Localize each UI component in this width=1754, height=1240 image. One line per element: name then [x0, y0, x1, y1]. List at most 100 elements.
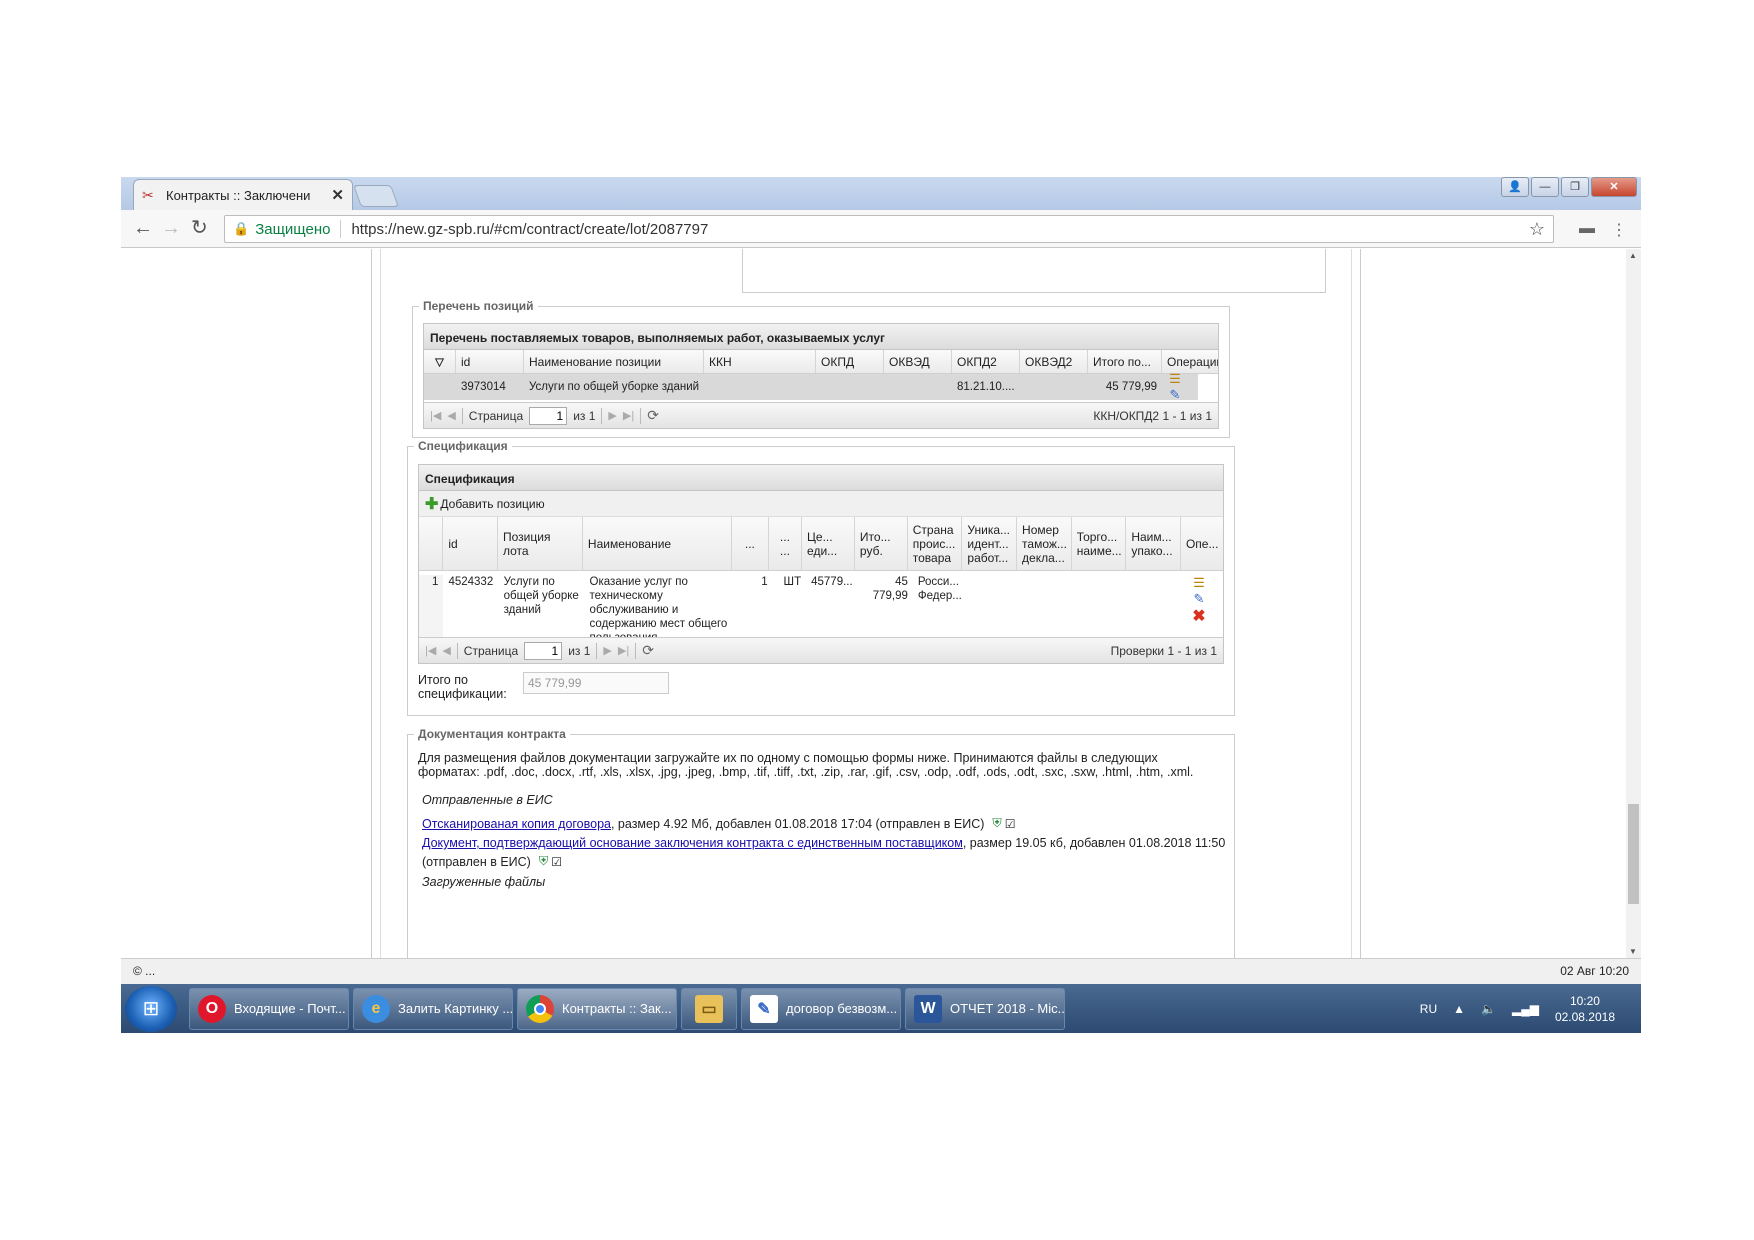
cell-operations: ☰✎ ✖ [1186, 575, 1223, 639]
col-lot[interactable]: Позиция лота [498, 517, 583, 570]
clock[interactable]: 10:20 02.08.2018 [1555, 993, 1615, 1025]
browser-tab-bar: ✂ Контракты :: Заключени ✕ 👤 — ❐ ✕ [121, 177, 1641, 210]
col-unit[interactable]: ... ... [769, 517, 803, 570]
spec-legend: Спецификация [414, 439, 512, 453]
col-kkn[interactable]: ККН [704, 350, 816, 373]
taskbar-item-word[interactable]: W ОТЧЕТ 2018 - Mic... [905, 987, 1065, 1030]
positions-fieldset: Перечень позиций Перечень поставляемых т… [412, 299, 1230, 438]
page-content: Перечень позиций Перечень поставляемых т… [371, 249, 1361, 958]
volume-icon[interactable]: 🔈 [1481, 1002, 1496, 1016]
col-price[interactable]: Це... еди... [802, 517, 855, 570]
add-position-button[interactable]: ✚ Добавить позицию [419, 491, 1223, 517]
cell-country: Росси... Федер... [917, 576, 962, 602]
user-icon[interactable]: 👤 [1501, 177, 1529, 197]
col-country[interactable]: Страна проис... товара [908, 517, 963, 570]
taskbar-item-label: Залить Картинку ... [398, 1001, 513, 1016]
first-page-icon[interactable]: |◀ [430, 409, 441, 422]
tab-title: Контракты :: Заключени [166, 187, 311, 203]
docs-intro: Для размещения файлов документации загру… [418, 751, 1194, 779]
next-page-icon[interactable]: ▶ [608, 409, 616, 422]
taskbar: ⊞ O Входящие - Почт... e Залить Картинку… [121, 984, 1641, 1033]
menu-icon[interactable]: ⋮ [1611, 220, 1627, 240]
taskbar-item-ie[interactable]: e Залить Картинку ... [353, 987, 513, 1030]
language-indicator[interactable]: RU [1420, 1002, 1437, 1016]
cell-id: 4524332 [448, 576, 494, 588]
col-name[interactable]: Наименование [583, 517, 732, 570]
forward-icon[interactable]: → [161, 218, 181, 238]
page-number-input[interactable] [529, 406, 568, 425]
doc-file-2-link[interactable]: Документ, подтверждающий основание заклю… [422, 836, 963, 850]
taskbar-item-chrome[interactable]: Контракты :: Зак... [517, 987, 677, 1030]
prev-page-icon[interactable]: ◀ [442, 644, 450, 657]
opera-icon: O [198, 994, 226, 1023]
taskbar-item-editor[interactable]: ✎ договор безвозм... [741, 987, 901, 1030]
scroll-down-icon[interactable]: ▼ [1629, 947, 1637, 956]
last-page-icon[interactable]: ▶| [623, 409, 634, 422]
start-button[interactable]: ⊞ [125, 985, 177, 1032]
scrollbar-thumb[interactable] [1628, 804, 1639, 904]
cell-sum: 45 779,99 [872, 576, 908, 602]
col-total[interactable]: Итого по... [1088, 350, 1162, 373]
cell-lot: Услуги по общей уборке зданий [503, 576, 579, 616]
list-icon[interactable]: ☰ [1191, 575, 1207, 591]
maximize-button[interactable]: ❐ [1561, 177, 1589, 197]
col-operations[interactable]: Опе... [1181, 517, 1223, 570]
clock-date: 02.08.2018 [1554, 1009, 1615, 1024]
new-tab-button[interactable] [352, 185, 400, 207]
scroll-up-icon[interactable]: ▲ [1629, 251, 1637, 260]
list-icon[interactable]: ☰ [1167, 371, 1183, 387]
close-tab-icon[interactable]: ✕ [331, 186, 344, 204]
page-number-input[interactable] [524, 641, 563, 660]
taskbar-item-explorer[interactable]: ▭ [681, 987, 737, 1030]
col-id[interactable]: id [456, 350, 524, 373]
col-unique-id[interactable]: Уника... идент... работ... [962, 517, 1018, 570]
refresh-icon[interactable]: ⟳ [642, 642, 654, 659]
taskbar-item-opera[interactable]: O Входящие - Почт... [189, 987, 349, 1030]
doc-file-2-meta: , размер 19.05 кб, добавлен 01.08.2018 1… [962, 836, 1226, 850]
edit-pencil-icon[interactable]: ✎ [1167, 387, 1183, 403]
col-customs-number[interactable]: Номер тамож... декла... [1017, 517, 1072, 570]
edit-pencil-icon[interactable]: ✎ [1191, 591, 1207, 607]
divider [456, 642, 458, 659]
text-area-fragment[interactable] [742, 249, 1326, 293]
bookmark-star-icon[interactable]: ☆ [1529, 219, 1545, 240]
url-text[interactable]: https://new.gz-spb.ru/#cm/contract/creat… [351, 221, 1528, 238]
col-okpd[interactable]: ОКПД [816, 350, 884, 373]
col-okved2[interactable]: ОКВЭД2 [1020, 350, 1088, 373]
positions-legend: Перечень позиций [419, 299, 538, 313]
col-okved[interactable]: ОКВЭД [884, 350, 952, 373]
reload-icon[interactable]: ↻ [191, 218, 208, 238]
delete-icon[interactable]: ✖ [1191, 609, 1207, 625]
last-page-icon[interactable]: ▶| [618, 644, 629, 657]
next-page-icon[interactable]: ▶ [603, 644, 611, 657]
minimize-button[interactable]: — [1531, 177, 1559, 197]
doc-file-1-link[interactable]: Отсканированая копия договора [422, 817, 611, 831]
tray-expand-icon[interactable]: ▲ [1453, 1002, 1465, 1016]
filter-icon[interactable]: 🜄 [424, 350, 456, 373]
prev-page-icon[interactable]: ◀ [447, 409, 455, 422]
first-page-icon[interactable]: |◀ [425, 644, 436, 657]
extension-icon[interactable]: ▬ [1579, 220, 1595, 240]
taskbar-item-label: Входящие - Почт... [234, 1001, 346, 1016]
col-trade-name[interactable]: Торго... наиме... [1072, 517, 1127, 570]
col-name[interactable]: Наименование позиции [524, 350, 704, 373]
omnibox[interactable]: 🔒 Защищено https://new.gz-spb.ru/#cm/con… [224, 215, 1554, 243]
network-icon[interactable]: ▂▄▆ [1512, 1002, 1539, 1016]
browser-tab[interactable]: ✂ Контракты :: Заключени ✕ [133, 179, 353, 210]
cell-name: Услуги по общей уборке зданий [529, 381, 700, 393]
checkbox-icon[interactable]: ☑ [551, 855, 562, 869]
positions-grid: Перечень поставляемых товаров, выполняем… [423, 323, 1219, 429]
checkbox-icon[interactable]: ☑ [1005, 817, 1016, 831]
back-icon[interactable]: ← [133, 218, 153, 238]
col-sum[interactable]: Ито... руб. [855, 517, 908, 570]
refresh-icon[interactable]: ⟳ [647, 407, 659, 424]
col-id[interactable]: id [443, 517, 498, 570]
table-row[interactable]: 1 4524332 Услуги по общей уборке зданий … [419, 571, 1223, 639]
table-row[interactable]: 3973014 Услуги по общей уборке зданий 81… [424, 371, 1198, 403]
col-package-name[interactable]: Наим... упако... [1126, 517, 1181, 570]
col-operations[interactable]: Операции [1162, 350, 1218, 373]
close-window-button[interactable]: ✕ [1591, 177, 1637, 197]
col-qty[interactable]: ... [732, 517, 769, 570]
col-okpd2[interactable]: ОКПД2 [952, 350, 1020, 373]
vertical-scrollbar[interactable]: ▲ ▼ [1626, 249, 1641, 958]
